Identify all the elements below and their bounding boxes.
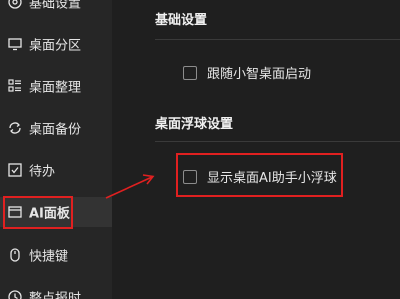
- autostart-checkbox[interactable]: [183, 65, 197, 80]
- sidebar-item-label: 待办: [29, 164, 56, 180]
- grid-list-icon: [7, 78, 23, 94]
- checkbox-icon: [7, 162, 23, 178]
- ai-ball-highlight-box: [176, 153, 343, 197]
- monitor-icon: [7, 36, 23, 52]
- sidebar-item-desktop-organize[interactable]: 桌面整理: [0, 71, 112, 101]
- clock-icon: [7, 289, 23, 299]
- mouse-icon: [7, 247, 23, 263]
- sidebar-item-label: 快捷键: [29, 249, 69, 265]
- sidebar-item-hourly-chime[interactable]: 整点报时: [0, 282, 112, 299]
- sidebar: 基础设置 桌面分区 桌面整理 桌面备份 待办 AI面板 快捷键 整点报时: [0, 0, 112, 299]
- divider: [155, 141, 400, 142]
- sidebar-item-label: 整点报时: [29, 291, 82, 299]
- sidebar-item-label: 基础设置: [29, 0, 82, 12]
- divider: [155, 39, 400, 40]
- sidebar-item-label: 桌面分区: [29, 38, 82, 54]
- sidebar-item-label: 桌面整理: [29, 80, 82, 96]
- settings-circle-icon: [7, 0, 23, 10]
- sync-icon: [7, 120, 23, 136]
- settings-window: 基础设置 桌面分区 桌面整理 桌面备份 待办 AI面板 快捷键 整点报时 基础设…: [0, 0, 400, 299]
- sidebar-item-todo[interactable]: 待办: [0, 155, 112, 185]
- autostart-label: 跟随小智桌面启动: [207, 67, 312, 82]
- settings-content: 基础设置 跟随小智桌面启动 桌面浮球设置 显示桌面AI助手小浮球: [112, 0, 400, 299]
- sidebar-item-desktop-backup[interactable]: 桌面备份: [0, 113, 112, 143]
- ai-panel-highlight-box: [3, 196, 73, 229]
- sidebar-item-desktop-partition[interactable]: 桌面分区: [0, 29, 112, 59]
- autostart-option[interactable]: 跟随小智桌面启动: [183, 63, 311, 82]
- sidebar-item-label: 桌面备份: [29, 122, 82, 138]
- sidebar-item-shortcuts[interactable]: 快捷键: [0, 240, 112, 270]
- section-title-float-ball: 桌面浮球设置: [155, 117, 234, 132]
- section-title-basic: 基础设置: [155, 13, 208, 28]
- sidebar-item-basic-settings[interactable]: 基础设置: [0, 0, 112, 17]
